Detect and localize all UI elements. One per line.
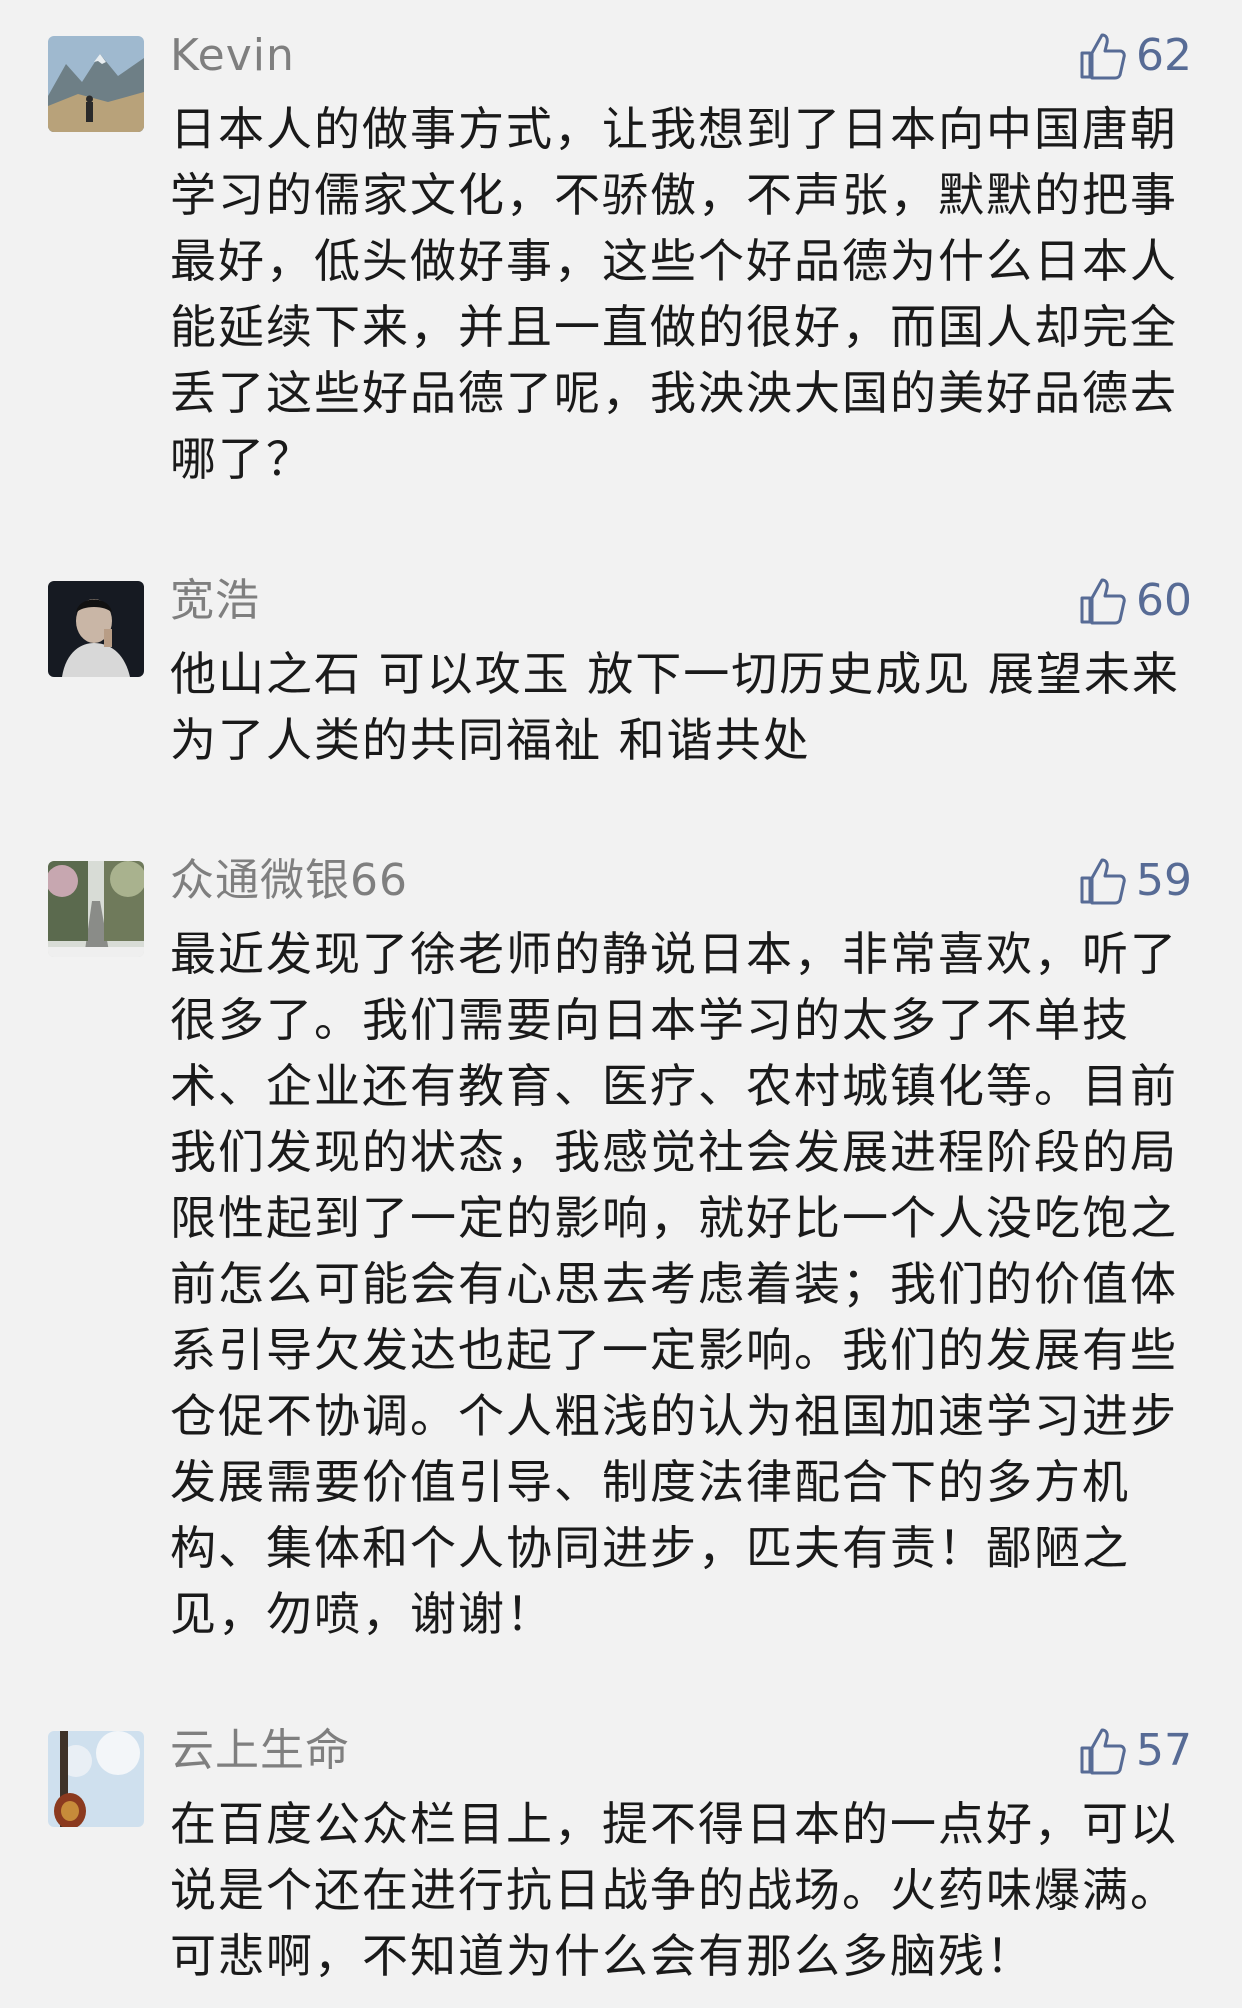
username[interactable]: 宽浩	[170, 573, 260, 629]
like-count: 62	[1136, 30, 1192, 81]
avatar[interactable]	[48, 36, 144, 132]
comment-text: 最近发现了徐老师的静说日本，非常喜欢，听了很多了。我们需要向日本学习的太多了不单…	[170, 927, 1178, 1641]
thumbs-up-icon	[1080, 1728, 1126, 1775]
comment-text: 在百度公众栏目上，提不得日本的一点好，可以说是个还在进行抗日战争的战场。火药味爆…	[170, 1797, 1178, 1983]
avatar[interactable]	[48, 581, 144, 677]
comment-text: 他山之石 可以攻玉 放下一切历史成见 展望未来 为了人类的共同福祉 和谐共处	[170, 647, 1180, 767]
avatar[interactable]	[48, 1731, 144, 1827]
guitar-sky-photo	[48, 1731, 144, 1827]
like-button[interactable]: 59	[1078, 853, 1192, 909]
thumbs-up-icon	[1080, 578, 1126, 625]
username[interactable]: 云上生命	[170, 1723, 350, 1779]
thumbs-up-icon	[1080, 33, 1126, 80]
thumbs-up-icon	[1080, 858, 1126, 905]
man-portrait-photo	[48, 581, 144, 677]
like-count: 60	[1136, 575, 1192, 626]
like-button[interactable]: 60	[1078, 573, 1192, 629]
comment-text: 日本人的做事方式，让我想到了日本向中国唐朝学习的儒家文化，不骄傲，不声张，默默的…	[170, 102, 1178, 486]
mountain-hiker-photo	[48, 36, 144, 132]
like-button[interactable]: 62	[1078, 28, 1192, 84]
avatar[interactable]	[48, 861, 144, 957]
username[interactable]: 众通微银66	[170, 853, 408, 909]
like-button[interactable]: 57	[1078, 1723, 1192, 1779]
username[interactable]: Kevin	[170, 28, 295, 84]
like-count: 59	[1136, 855, 1192, 906]
like-count: 57	[1136, 1725, 1192, 1776]
tree-road-photo	[48, 861, 144, 957]
